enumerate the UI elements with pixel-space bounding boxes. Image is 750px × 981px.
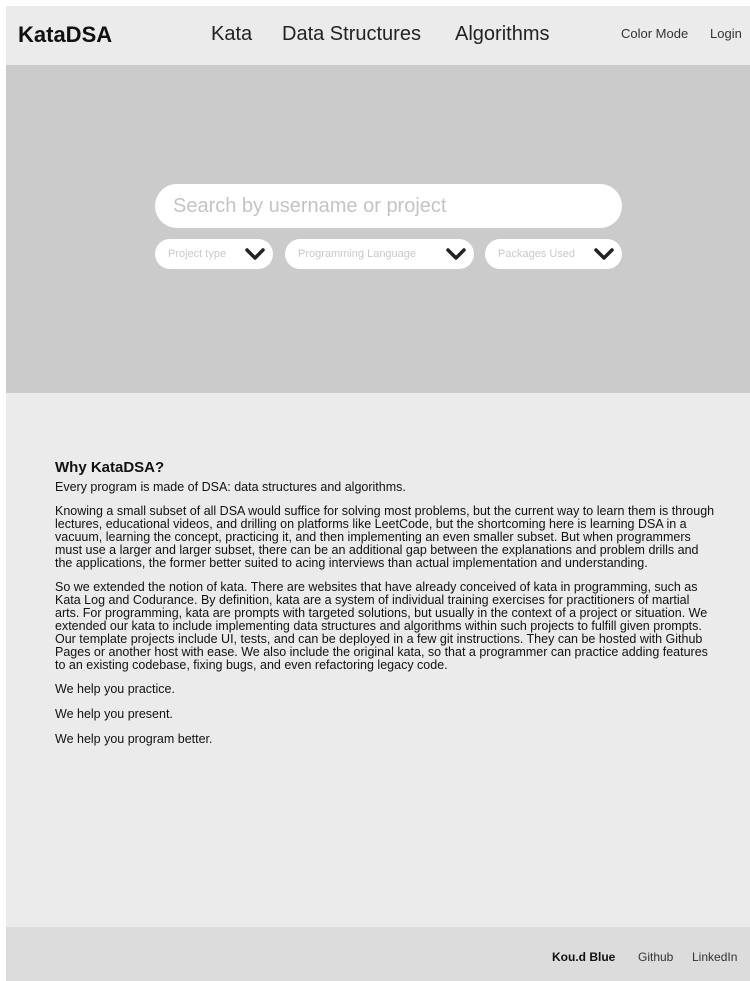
about-paragraph: We help you practice. — [55, 682, 175, 696]
footer-brand: Kou.d Blue — [552, 950, 616, 964]
search-input[interactable] — [155, 184, 622, 228]
color-mode-toggle[interactable]: Color Mode — [621, 26, 688, 41]
about-paragraph: Knowing a small subset of all DSA would … — [55, 504, 715, 570]
project-type-label: Project type — [168, 248, 227, 260]
programming-language-label: Programming Language — [298, 248, 417, 260]
about-paragraph: So we extended the notion of kata. There… — [55, 580, 708, 672]
about-paragraph: We help you present. — [55, 707, 173, 721]
search-hero: Project type Programming Language Packag… — [6, 65, 750, 393]
packages-used-label: Packages Used — [498, 248, 576, 260]
about-title: Why KataDSA? — [55, 459, 165, 476]
about-paragraph: We help you program better. — [55, 732, 213, 746]
github-link[interactable]: Github — [638, 950, 673, 964]
chevron-down-icon — [594, 248, 614, 260]
packages-used-dropdown[interactable]: Packages Used — [485, 239, 622, 269]
about-paragraph: Every program is made of DSA: data struc… — [55, 480, 406, 494]
programming-language-dropdown[interactable]: Programming Language — [285, 239, 474, 269]
nav-algorithms[interactable]: Algorithms — [455, 23, 549, 46]
nav-data-structures[interactable]: Data Structures — [282, 23, 421, 46]
login-link[interactable]: Login — [710, 26, 742, 41]
about-section: Why KataDSA? Every program is made of DS… — [55, 459, 715, 758]
project-type-dropdown[interactable]: Project type — [155, 239, 273, 269]
nav-kata[interactable]: Kata — [211, 23, 252, 46]
page: KataDSA Kata Data Structures Algorithms … — [6, 6, 750, 981]
footer: Kou.d Blue Github LinkedIn — [6, 927, 750, 981]
brand-logo[interactable]: KataDSA — [18, 22, 112, 48]
chevron-down-icon — [245, 248, 265, 260]
linkedin-link[interactable]: LinkedIn — [692, 950, 737, 964]
chevron-down-icon — [446, 248, 466, 260]
top-nav: KataDSA Kata Data Structures Algorithms … — [6, 6, 750, 65]
